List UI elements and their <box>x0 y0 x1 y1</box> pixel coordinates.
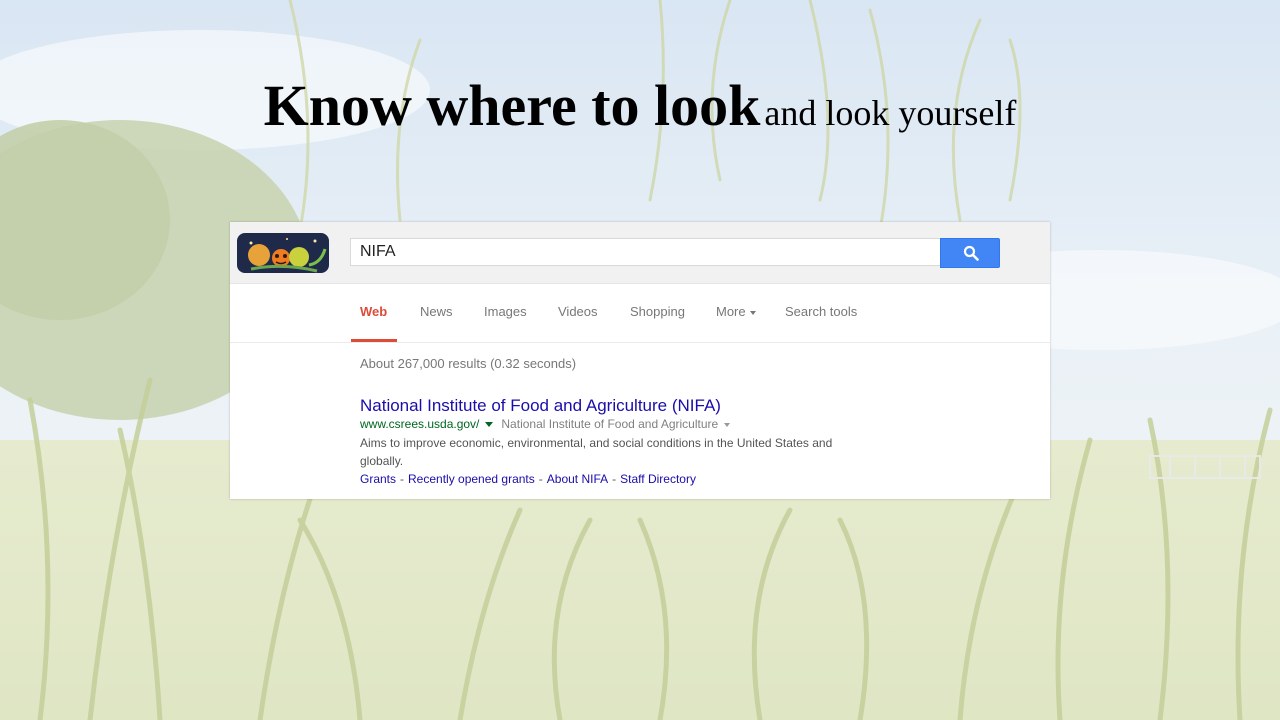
tab-search-tools[interactable]: Search tools <box>785 304 857 319</box>
search-header <box>230 222 1050 284</box>
result-options-caret-icon[interactable] <box>485 422 494 428</box>
result-citation: www.csrees.usda.gov/National Institute o… <box>360 417 731 431</box>
result-title-link[interactable]: National Institute of Food and Agricultu… <box>360 396 721 416</box>
sitelink-staff-directory[interactable]: Staff Directory <box>620 472 696 486</box>
result-stats: About 267,000 results (0.32 seconds) <box>360 356 577 371</box>
tab-videos[interactable]: Videos <box>558 304 598 319</box>
tab-images[interactable]: Images <box>484 304 527 319</box>
search-icon <box>963 245 979 261</box>
sitelink-recently-opened-grants[interactable]: Recently opened grants <box>408 472 535 486</box>
search-tabs: Web News Images Videos Shopping More Sea… <box>230 284 1050 343</box>
slide-title-bold: Know where to look <box>263 73 761 138</box>
tab-more[interactable]: More <box>716 304 756 319</box>
result-url[interactable]: www.csrees.usda.gov/ <box>360 417 479 431</box>
search-button[interactable] <box>940 238 1000 268</box>
result-snippet: Aims to improve economic, environmental,… <box>360 436 833 468</box>
chevron-down-icon <box>749 310 756 315</box>
tab-shopping[interactable]: Shopping <box>630 304 685 319</box>
result-sitelinks: Grants - Recently opened grants - About NIFA… <box>360 472 696 486</box>
tab-news[interactable]: News <box>420 304 453 319</box>
search-input[interactable] <box>350 238 940 266</box>
sitelink-about-nifa[interactable]: About NIFA <box>547 472 608 486</box>
google-halloween-doodle-icon[interactable] <box>237 233 329 273</box>
active-tab-indicator <box>351 339 397 342</box>
sitelink-grants[interactable]: Grants <box>360 472 396 486</box>
tab-more-label: More <box>716 304 746 319</box>
tab-web[interactable]: Web <box>360 304 387 319</box>
breadcrumb-caret-icon[interactable] <box>724 422 731 427</box>
search-results-screenshot: Web News Images Videos Shopping More Sea… <box>230 222 1050 499</box>
result-breadcrumb: National Institute of Food and Agricultu… <box>501 417 719 431</box>
slide-title-rest: and look yourself <box>764 93 1017 133</box>
slide-title: Know where to look and look yourself <box>0 72 1280 139</box>
